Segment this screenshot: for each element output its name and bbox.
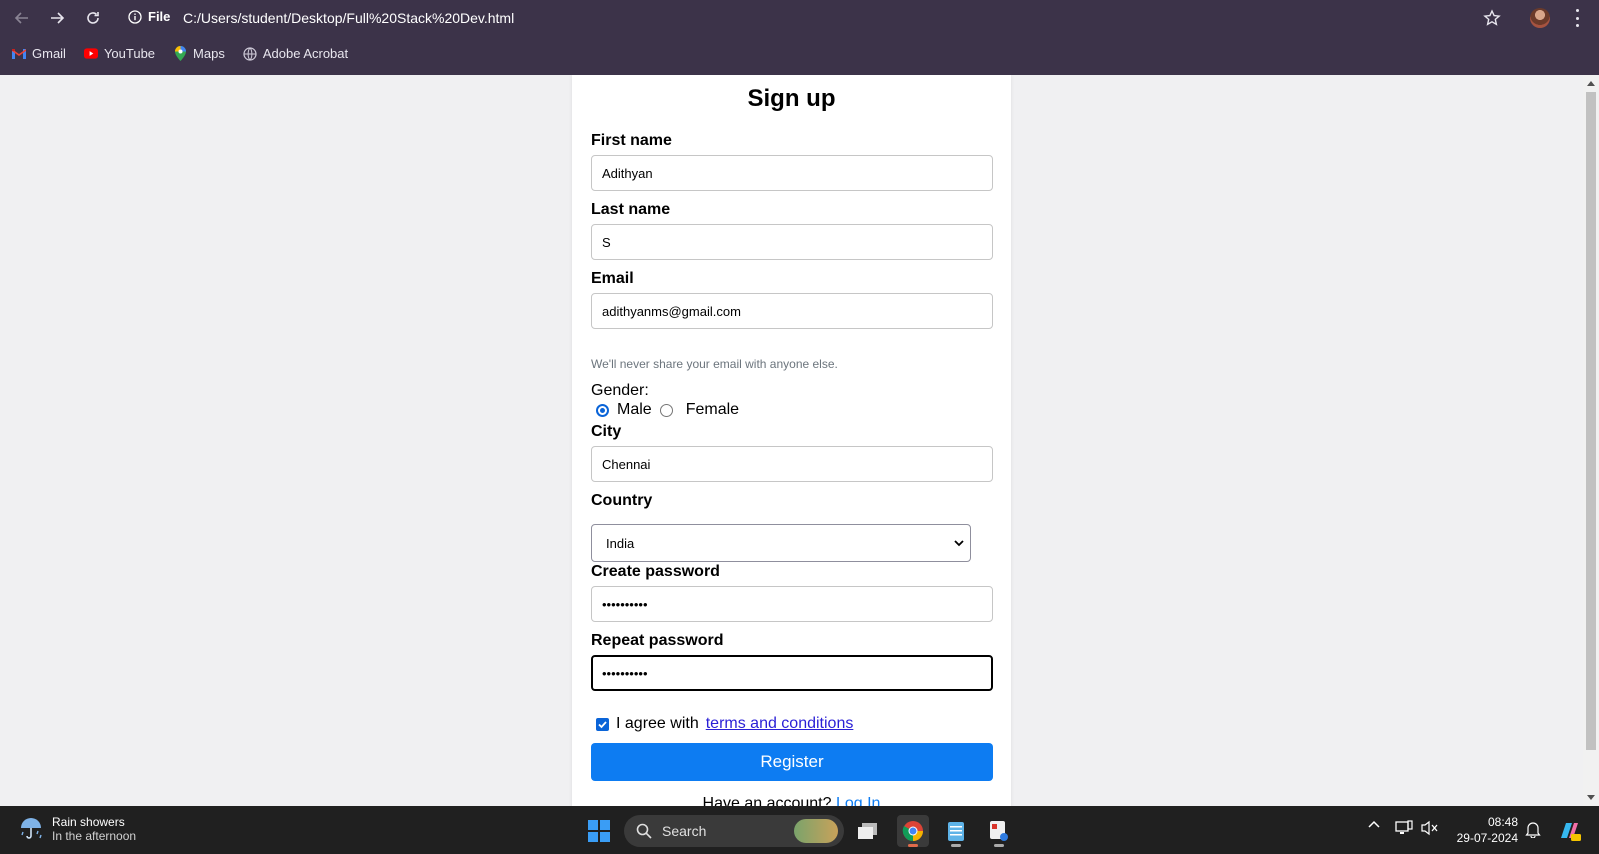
search-icon — [636, 823, 652, 839]
gender-radio-group: Male Female — [596, 401, 739, 419]
browser-menu-icon[interactable] — [1574, 9, 1580, 27]
taskbar-clock[interactable]: 08:48 29-07-2024 — [1440, 814, 1518, 846]
gmail-icon — [12, 47, 26, 61]
create-password-input[interactable] — [591, 586, 993, 622]
scroll-up-arrow-icon[interactable] — [1587, 81, 1595, 86]
create-password-label: Create password — [591, 563, 720, 580]
login-link[interactable]: Log In — [836, 795, 880, 806]
city-label: City — [591, 423, 622, 440]
scrollbar-thumb[interactable] — [1586, 92, 1596, 750]
bookmark-label: Gmail — [32, 46, 66, 61]
back-button[interactable] — [12, 8, 32, 28]
search-highlight-art — [794, 819, 838, 843]
show-hidden-icons-button[interactable] — [1366, 820, 1382, 828]
running-indicator — [951, 844, 961, 847]
chrome-icon — [902, 821, 923, 842]
weather-subtitle: In the afternoon — [52, 829, 137, 843]
email-help-text: We'll never share your email with anyone… — [591, 357, 838, 371]
taskbar-search[interactable]: Search — [624, 815, 844, 847]
gender-female-label: Female — [685, 401, 740, 418]
agree-text: I agree with — [616, 715, 699, 732]
snipping-tool-taskbar-button[interactable] — [983, 815, 1015, 847]
youtube-icon — [83, 47, 98, 61]
active-indicator — [908, 844, 918, 847]
checkmark-icon — [598, 720, 607, 728]
snipping-tool-icon — [990, 821, 1008, 841]
city-input[interactable] — [591, 446, 993, 482]
task-view-button[interactable] — [852, 815, 884, 847]
email-label: Email — [591, 270, 634, 287]
volume-muted-icon[interactable] — [1420, 820, 1440, 836]
notification-bell-icon[interactable] — [1524, 820, 1542, 838]
gender-male-radio[interactable] — [596, 403, 609, 417]
reload-icon — [87, 12, 99, 24]
repeat-password-input[interactable] — [591, 655, 993, 691]
last-name-input[interactable] — [591, 224, 993, 260]
clock-date: 29-07-2024 — [1456, 831, 1518, 845]
terms-link[interactable]: terms and conditions — [706, 715, 854, 733]
gender-label: Gender: — [591, 382, 649, 399]
clock-time: 08:48 — [1487, 815, 1518, 829]
bookmark-label: YouTube — [103, 46, 156, 61]
repeat-password-label: Repeat password — [591, 632, 724, 649]
forward-button[interactable] — [47, 8, 67, 28]
country-selected-value: India — [606, 535, 635, 551]
country-label: Country — [591, 492, 653, 509]
umbrella-rain-icon — [21, 818, 42, 839]
gender-male-label: Male — [617, 401, 652, 418]
reload-button[interactable] — [83, 8, 103, 28]
page-title: Sign up — [747, 85, 836, 112]
bookmark-star-icon[interactable] — [1483, 9, 1501, 27]
signup-card: Sign up First name Last name Email We'll… — [572, 75, 1011, 806]
terms-checkbox[interactable] — [596, 717, 609, 731]
first-name-input[interactable] — [591, 155, 993, 191]
info-icon — [128, 9, 142, 24]
bookmark-adobe-acrobat[interactable]: Adobe Acrobat — [243, 46, 348, 61]
task-view-icon — [858, 823, 877, 839]
bookmark-maps[interactable]: Maps — [173, 46, 225, 61]
windows-start-icon[interactable] — [588, 820, 610, 842]
notepad-taskbar-button[interactable] — [940, 815, 972, 847]
country-select[interactable]: India — [591, 524, 971, 562]
scroll-down-arrow-icon[interactable] — [1587, 795, 1595, 800]
maps-icon — [173, 46, 187, 61]
url-scheme-label: File — [148, 9, 171, 24]
bookmark-gmail[interactable]: Gmail — [12, 46, 66, 61]
chevron-down-icon — [954, 540, 964, 547]
search-placeholder: Search — [662, 823, 707, 839]
forward-arrow-icon — [51, 12, 65, 24]
chevron-up-icon — [1368, 820, 1380, 828]
weather-widget[interactable]: Rain showers In the afternoon — [18, 815, 136, 843]
browser-chrome: File C:/Users/student/Desktop/Full%20Sta… — [0, 0, 1599, 75]
globe-icon — [243, 46, 257, 61]
site-info-button[interactable]: File — [128, 9, 170, 24]
address-bar[interactable]: C:/Users/student/Desktop/Full%20Stack%20… — [183, 10, 514, 26]
notepad-icon — [948, 822, 964, 841]
windows-taskbar: Rain showers In the afternoon Search 08:… — [0, 806, 1599, 854]
register-button[interactable]: Register — [591, 743, 993, 781]
copilot-icon[interactable] — [1556, 820, 1582, 842]
chrome-taskbar-button[interactable] — [897, 815, 929, 847]
bookmark-youtube[interactable]: YouTube — [83, 46, 156, 61]
bookmark-label: Maps — [193, 46, 225, 61]
page-viewport: Sign up First name Last name Email We'll… — [0, 75, 1583, 806]
profile-avatar[interactable] — [1530, 8, 1550, 28]
have-account-text: Have an account? — [702, 795, 832, 806]
page-scrollbar[interactable] — [1583, 75, 1599, 806]
email-input[interactable] — [591, 293, 993, 329]
gender-female-radio[interactable] — [659, 403, 673, 417]
running-indicator — [994, 844, 1004, 847]
have-account-line: Have an account? Log In — [572, 795, 1011, 806]
network-icon[interactable] — [1395, 820, 1413, 836]
first-name-label: First name — [591, 132, 672, 149]
browser-toolbar: File C:/Users/student/Desktop/Full%20Sta… — [0, 0, 1599, 36]
back-arrow-icon — [14, 12, 28, 24]
terms-agreement: I agree with terms and conditions — [596, 715, 853, 733]
last-name-label: Last name — [591, 201, 671, 218]
bookmarks-bar: Gmail YouTube Maps Adobe Acrobat — [12, 46, 348, 61]
weather-title: Rain showers — [52, 815, 125, 829]
bookmark-label: Adobe Acrobat — [262, 46, 349, 61]
